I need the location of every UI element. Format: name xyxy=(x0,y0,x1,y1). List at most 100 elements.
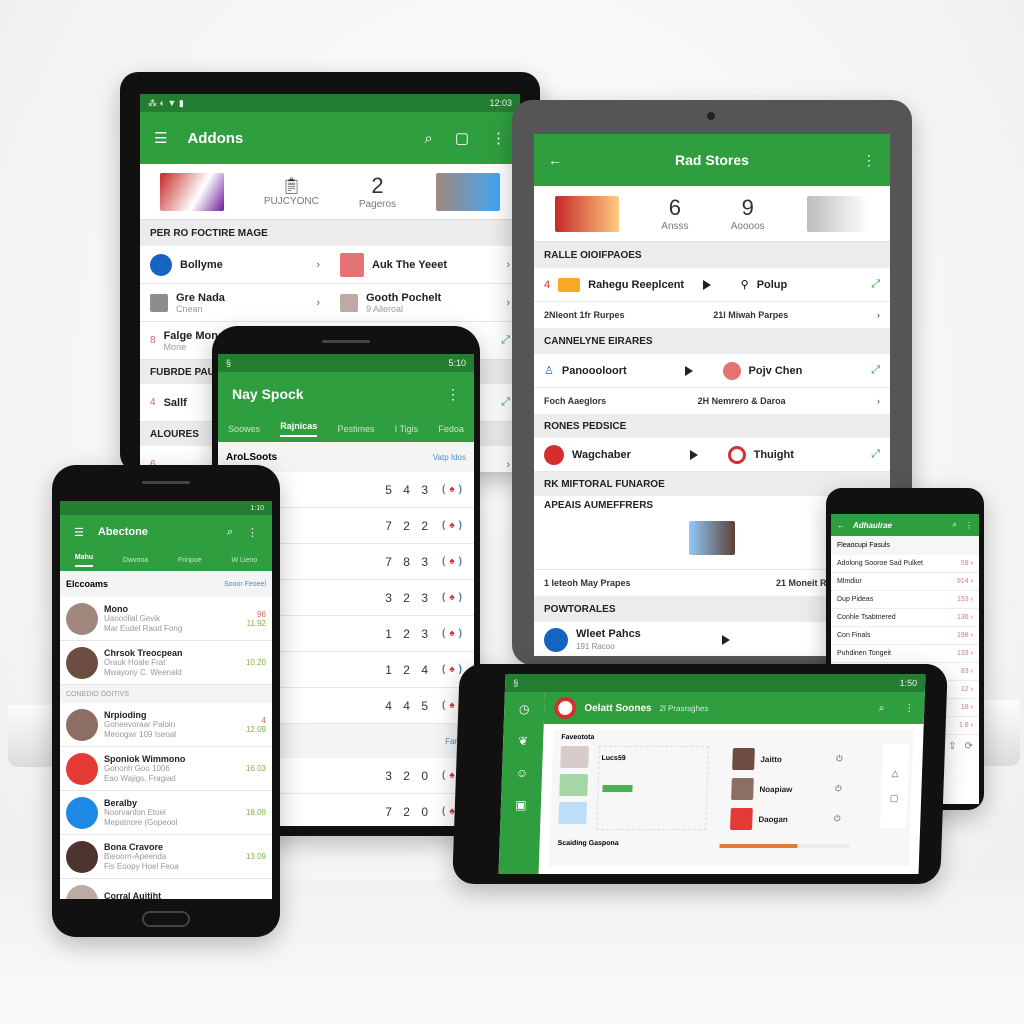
nav-rail-item-timer-icon[interactable]: ◷ xyxy=(519,702,530,716)
share-icon[interactable]: ⇪ xyxy=(948,741,956,752)
expand-icon[interactable]: ⤢ xyxy=(871,278,880,291)
tab-active[interactable]: Mahu xyxy=(74,554,94,567)
nav-rail-item-calendar-icon[interactable]: ▣ xyxy=(515,798,527,812)
player-thumbnail[interactable] xyxy=(558,802,588,824)
list-item[interactable]: Conhle Tsabtnered 136 › xyxy=(831,609,979,627)
list-item[interactable]: Mlmdiur 914 › xyxy=(831,573,979,591)
menu-icon[interactable]: ☰ xyxy=(154,129,167,147)
expand-icon[interactable]: ⤢ xyxy=(871,364,880,377)
chat-icon[interactable]: ▢ xyxy=(890,793,899,804)
contact-row[interactable]: Chrsok Treocpean Orauk Hoale Frat Mwayon… xyxy=(60,641,272,685)
badge-count: 8 xyxy=(150,335,156,346)
more-icon[interactable]: ⋮ xyxy=(446,386,460,403)
store-logo xyxy=(558,277,581,292)
bracket-icon: ( xyxy=(442,770,446,781)
contact-row[interactable]: Bona Cravore Bieoorn-Apeenda Fis Eoopy H… xyxy=(60,835,272,879)
list-item[interactable]: Gre Nada Cnean › xyxy=(140,284,330,322)
footer-label: Scaiding Gaspona xyxy=(557,840,619,847)
store-row[interactable]: Wagchaber Thuight ⤢ xyxy=(534,438,890,472)
banner-image[interactable] xyxy=(555,195,620,232)
cart-icon[interactable]: ▢ xyxy=(455,129,469,147)
section-action-link[interactable]: Sooor Feoeel xyxy=(224,581,266,588)
more-icon[interactable]: ⋮ xyxy=(862,152,876,169)
contact-row[interactable]: Beralby Noorvanfon Etoel Mepatnore (Gope… xyxy=(60,791,272,835)
tab[interactable]: Soowes xyxy=(228,424,260,434)
store-subrow[interactable]: 2Nleont 1fr Rurpes 21l Miwah Parpes › xyxy=(534,302,890,328)
contact-name: Mono xyxy=(104,603,128,614)
player-row[interactable]: Daogan ⏻ xyxy=(730,804,841,834)
banner-image[interactable] xyxy=(806,195,869,232)
contact-row[interactable]: Sponiok Wimmono Gononh Goo 1006 Eao Waji… xyxy=(60,747,272,791)
tab[interactable]: W Lieno xyxy=(231,557,257,564)
expand-icon[interactable]: ⤢ xyxy=(871,448,880,461)
feature-image[interactable] xyxy=(689,521,735,555)
list-item[interactable]: Con Finals 198 › xyxy=(831,627,979,645)
status-bar: ⁂ ◐ ▼ ▮ 12:03 xyxy=(140,94,520,112)
back-arrow-icon[interactable]: ← xyxy=(837,521,845,530)
chevron-right-icon: › xyxy=(970,632,973,639)
store-row[interactable]: 4 Rahegu Reeplcent ⚲ Polup ⤢ xyxy=(534,268,890,302)
nav-rail-item-bird-icon[interactable]: ❦ xyxy=(518,734,529,748)
tab-active[interactable]: Rajnicas xyxy=(280,421,318,437)
power-icon[interactable]: ⏻ xyxy=(835,784,842,794)
nav-rail-item-face-icon[interactable]: ☺ xyxy=(516,766,529,780)
more-icon[interactable]: ⋮ xyxy=(491,129,506,147)
more-icon[interactable]: ⋮ xyxy=(965,521,973,530)
tab[interactable]: Pestimes xyxy=(337,424,374,434)
more-icon[interactable]: ⋮ xyxy=(247,526,258,539)
home-button[interactable] xyxy=(142,911,190,927)
list-item[interactable]: Gooth Pochelt 9 Alleroal › xyxy=(330,284,520,322)
item-count: 83 xyxy=(960,668,969,675)
expand-icon[interactable]: ⤢ xyxy=(501,334,510,347)
chevron-right-icon: › xyxy=(970,668,973,675)
item-count: 1 8 xyxy=(958,722,969,729)
team-logo-icon: ♠ xyxy=(449,700,455,711)
list-item[interactable]: Bollyme › xyxy=(140,246,330,284)
store-row[interactable]: ♙ Panoooloort Pojv Chen ⤢ xyxy=(534,354,890,388)
tab[interactable]: Frinpoe xyxy=(178,557,202,564)
app-title: Addons xyxy=(187,129,244,147)
contact-row[interactable]: Mono Uaooolial Gevik Mar Eudel Raod Fong… xyxy=(60,597,272,641)
app-subtitle: 2l Prasrsghes xyxy=(659,703,709,713)
avatar xyxy=(66,646,98,679)
player-thumbnail[interactable] xyxy=(560,746,589,768)
list-item[interactable]: Adolong Sooroe Sad Pulket 59 › xyxy=(831,555,979,573)
store-subrow[interactable]: Foch Aaeglors 2H Nemrero & Daroa › xyxy=(534,388,890,414)
play-icon[interactable] xyxy=(684,365,693,376)
banner-image[interactable] xyxy=(435,172,500,211)
search-icon[interactable]: ⌕ xyxy=(424,130,432,147)
expand-icon[interactable]: ⤢ xyxy=(501,396,510,409)
play-icon[interactable] xyxy=(722,634,730,645)
score-value: 1 2 4 xyxy=(385,662,432,677)
banner-image[interactable] xyxy=(159,172,224,211)
tab[interactable]: Dwvooa xyxy=(123,557,148,564)
alert-icon[interactable]: △ xyxy=(891,768,898,779)
status-icons-left: ⁂ ◐ ▼ ▮ xyxy=(148,97,184,108)
list-item[interactable]: Dup Pideas 153 › xyxy=(831,591,979,609)
search-icon[interactable]: ⌕ xyxy=(227,526,233,539)
menu-icon[interactable]: ☰ xyxy=(74,526,84,539)
bracket-icon: ) xyxy=(458,484,462,495)
contact-row[interactable]: Nrpioding Goneevoraar Paloin Meoogwr 109… xyxy=(60,703,272,747)
search-icon[interactable]: ⌕ xyxy=(953,520,957,530)
more-icon[interactable]: ⋮ xyxy=(904,703,914,714)
list-item[interactable]: Auk The Yeeet › xyxy=(330,246,520,284)
back-arrow-icon[interactable]: ← xyxy=(548,152,562,168)
player-row[interactable]: Jaitto ⏻ xyxy=(732,744,843,774)
power-icon[interactable]: ⏻ xyxy=(834,814,841,824)
player-row[interactable]: Noapiaw ⏻ xyxy=(731,774,842,804)
chevron-right-icon: › xyxy=(316,296,320,309)
tab[interactable]: I Tigis xyxy=(395,424,419,434)
refresh-icon[interactable]: ⟳ xyxy=(965,741,973,752)
contact-row[interactable]: Corral Auitiht xyxy=(60,879,272,899)
panel-title: Faveotota xyxy=(561,734,595,741)
box-icon xyxy=(150,293,168,312)
tab[interactable]: Fedoa xyxy=(438,424,464,434)
power-icon[interactable]: ⏻ xyxy=(836,754,843,764)
search-icon[interactable]: ⌕ xyxy=(879,703,885,714)
play-icon[interactable] xyxy=(702,279,711,290)
play-icon[interactable] xyxy=(689,449,698,460)
section-action-link[interactable]: Vatp Idos xyxy=(433,453,466,462)
list-item[interactable]: Puhdinen Tongeit 133 › xyxy=(831,645,979,663)
player-thumbnail[interactable] xyxy=(559,774,588,796)
